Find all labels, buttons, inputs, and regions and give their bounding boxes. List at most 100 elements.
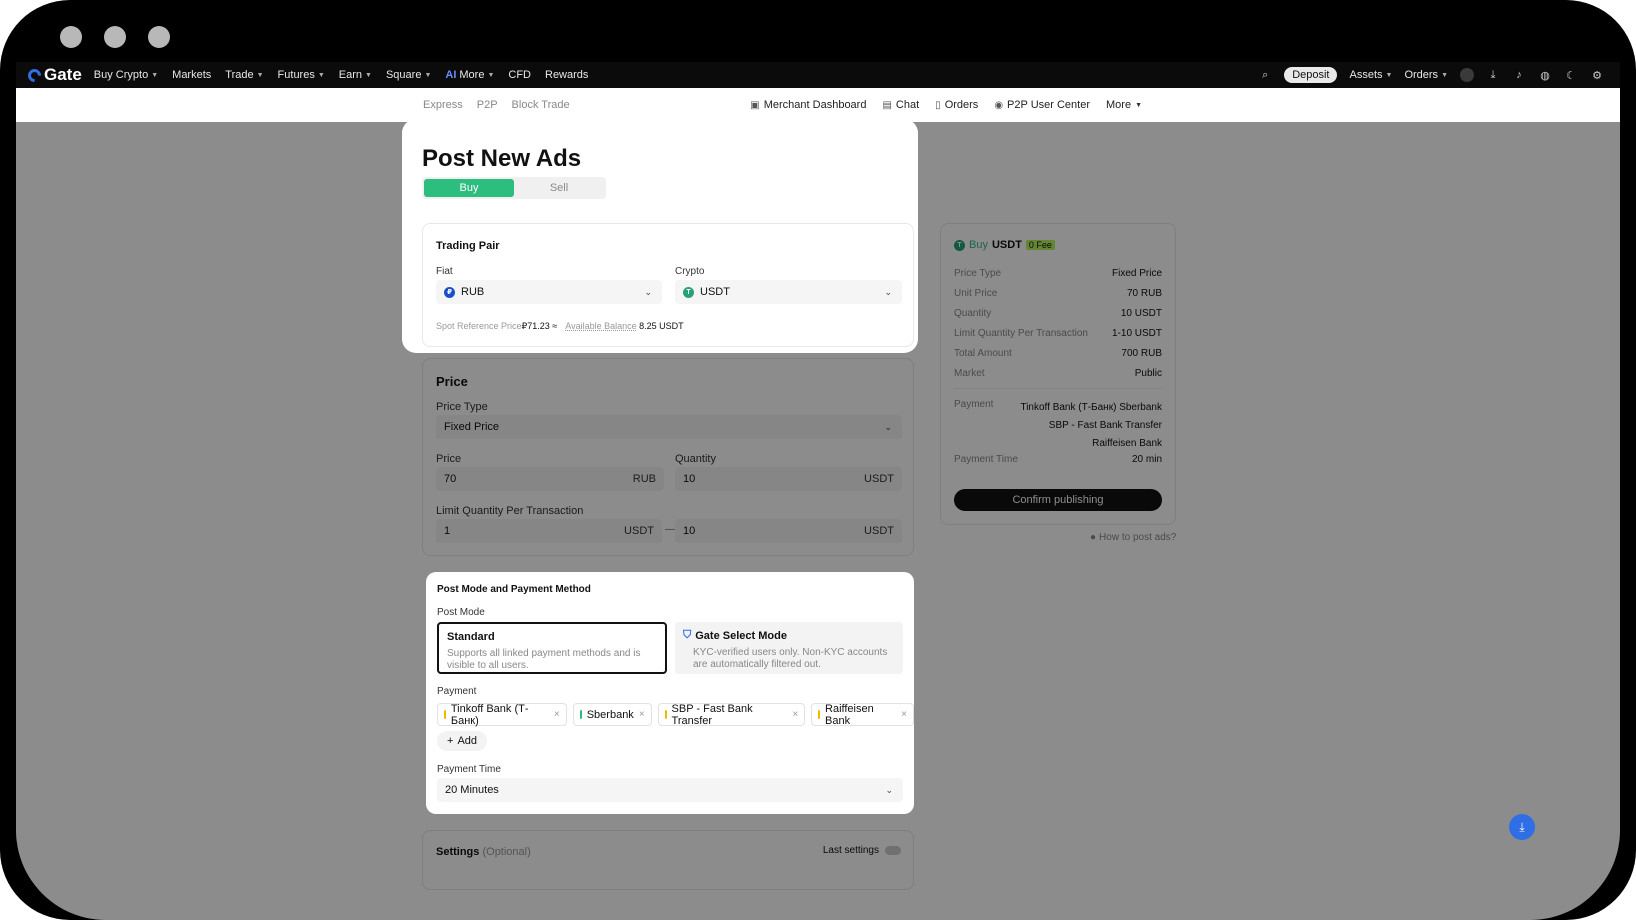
download-app-button[interactable]: ⤓ xyxy=(1509,814,1535,840)
close-icon[interactable]: × xyxy=(792,709,798,720)
nav-label: Buy Crypto xyxy=(93,69,149,81)
top-navigation: Gate Buy Crypto ▼ Markets Trade ▼ Futures ▼… xyxy=(16,62,1620,88)
spot-reference: Spot Reference Price₽71.23 ≈ xyxy=(436,321,557,332)
window-maximize-button[interactable] xyxy=(148,26,170,48)
document-icon: ▯ xyxy=(935,99,941,111)
close-icon[interactable]: × xyxy=(639,709,645,720)
nav-label: More xyxy=(459,69,485,81)
gate-logo-icon xyxy=(25,65,44,85)
nav-label: Rewards xyxy=(545,69,589,81)
close-icon[interactable]: × xyxy=(901,709,907,720)
chip-label: SBP - Fast Bank Transfer xyxy=(671,702,753,727)
nav-label: Earn xyxy=(338,69,363,81)
subnav-block-trade[interactable]: Block Trade xyxy=(512,99,570,111)
download-icon: ⤓ xyxy=(1519,819,1525,834)
bell-icon[interactable]: ♪ xyxy=(1512,68,1526,82)
standard-mode-option[interactable]: Standard Supports all linked payment met… xyxy=(437,622,667,674)
avatar[interactable] xyxy=(1460,68,1474,82)
payment-chip[interactable]: Sberbank × xyxy=(572,703,652,726)
mode-description: KYC-verified users only. Non-KYC account… xyxy=(693,647,888,670)
subnav-p2p[interactable]: P2P xyxy=(477,99,498,111)
link-label: Chat xyxy=(895,99,920,111)
payment-chip[interactable]: Raiffeisen Bank × xyxy=(811,703,914,727)
bank-marker xyxy=(818,710,821,719)
nav-label: Square xyxy=(385,69,422,81)
window-controls xyxy=(60,26,170,48)
trading-pair-section: Trading Pair Fiat ₽ RUB ⌄ Crypto T USDT … xyxy=(422,223,914,347)
payment-chip[interactable]: SBP - Fast Bank Transfer × xyxy=(657,702,806,727)
crypto-label: Crypto xyxy=(675,266,705,277)
merchant-dashboard-link[interactable]: ▣ Merchant Dashboard xyxy=(750,99,866,111)
add-payment-button[interactable]: + Add xyxy=(437,731,488,751)
reference-info: Spot Reference Price₽71.23 ≈ Available B… xyxy=(436,321,684,332)
side-tabs: Buy Sell xyxy=(422,177,606,199)
nav-orders[interactable]: Orders ▼ xyxy=(1404,69,1448,81)
window-minimize-button[interactable] xyxy=(104,26,126,48)
chat-link[interactable]: ▤ Chat xyxy=(882,99,919,111)
nav-label: Orders xyxy=(1404,69,1439,81)
chip-label: Tinkoff Bank (Т-Банк) xyxy=(450,702,529,727)
user-icon: ◉ xyxy=(994,99,1004,111)
chevron-down-icon: ⌄ xyxy=(884,286,892,297)
payment-time-select[interactable]: 20 Minutes ⌄ xyxy=(437,778,903,802)
chevron-down-icon: ▼ xyxy=(365,71,372,79)
nav-buy-crypto[interactable]: Buy Crypto ▼ xyxy=(94,69,158,81)
nav-assets[interactable]: Assets ▼ xyxy=(1349,69,1392,81)
chevron-down-icon: ▼ xyxy=(317,71,325,79)
payment-chip[interactable]: Tinkoff Bank (Т-Банк) × xyxy=(437,702,567,727)
gate-select-mode-option[interactable]: ⛉ Gate Select Mode KYC-verified users onl… xyxy=(675,622,903,674)
nav-cfd[interactable]: CFD xyxy=(508,69,531,81)
globe-icon[interactable]: ◍ xyxy=(1538,68,1552,82)
select-value: USDT xyxy=(700,286,730,298)
link-label: Orders xyxy=(944,99,979,111)
nav-futures[interactable]: Futures ▼ xyxy=(278,69,325,81)
balance-value: 8.25 USDT xyxy=(639,321,684,331)
crypto-select[interactable]: T USDT ⌄ xyxy=(675,280,902,304)
subnav-left: Express P2P Block Trade xyxy=(423,99,570,111)
subnav-express[interactable]: Express xyxy=(423,99,463,111)
device-frame: Gate Buy Crypto ▼ Markets Trade ▼ Futures ▼… xyxy=(0,0,1636,920)
orders-link[interactable]: ▯ Orders xyxy=(935,99,978,111)
nav-trade[interactable]: Trade ▼ xyxy=(225,69,263,81)
payment-time-label: Payment Time xyxy=(437,764,501,775)
gate-logo[interactable]: Gate xyxy=(25,65,82,85)
moon-icon[interactable]: ☾ xyxy=(1564,68,1578,82)
browser-screen: Gate Buy Crypto ▼ Markets Trade ▼ Futures ▼… xyxy=(16,62,1620,920)
subnav-more[interactable]: More ▼ xyxy=(1106,99,1142,111)
logo-text: Gate xyxy=(44,65,82,84)
nav-markets[interactable]: Markets xyxy=(172,69,211,81)
download-icon[interactable]: ⤓ xyxy=(1486,68,1500,82)
deposit-button[interactable]: Deposit xyxy=(1284,67,1338,83)
bank-marker xyxy=(664,710,667,719)
nav-earn[interactable]: Earn ▼ xyxy=(339,69,372,81)
nav-label: Assets xyxy=(1349,69,1383,81)
page-title: Post New Ads xyxy=(422,145,582,172)
nav-rewards[interactable]: Rewards xyxy=(545,69,588,81)
tab-sell[interactable]: Sell xyxy=(514,179,604,197)
nav-label: Trade xyxy=(225,69,254,81)
user-center-link[interactable]: ◉ P2P User Center xyxy=(994,99,1090,111)
post-mode-section: Post Mode and Payment Method Post Mode S… xyxy=(426,572,914,814)
window-close-button[interactable] xyxy=(60,26,82,48)
chevron-down-icon: ⌄ xyxy=(644,286,652,297)
post-ads-modal: Post New Ads Buy Sell Trading Pair Fiat … xyxy=(402,119,918,353)
nav-square[interactable]: Square ▼ xyxy=(386,69,431,81)
chevron-down-icon: ▼ xyxy=(424,71,432,79)
shield-icon: ⛉ xyxy=(683,629,692,641)
link-label: P2P User Center xyxy=(1007,99,1090,111)
search-icon[interactable]: ⌕ xyxy=(1258,68,1272,82)
gear-icon[interactable]: ⚙ xyxy=(1590,68,1604,82)
close-icon[interactable]: × xyxy=(554,709,560,720)
button-label: Add xyxy=(457,735,478,747)
chevron-down-icon: ▼ xyxy=(1441,71,1448,79)
chevron-down-icon: ▼ xyxy=(151,71,159,79)
balance-label: Available Balance xyxy=(565,321,637,331)
tab-buy[interactable]: Buy xyxy=(424,179,514,197)
fiat-select[interactable]: ₽ RUB ⌄ xyxy=(436,280,662,304)
nav-more[interactable]: AI More ▼ xyxy=(445,69,494,81)
nav-label: Markets xyxy=(172,69,212,81)
spot-ref-value: ₽71.23 ≈ xyxy=(521,321,558,331)
chat-icon: ▤ xyxy=(882,99,892,111)
nav-right-actions: ⌕ Deposit Assets ▼ Orders ▼ ⤓ ♪ ◍ ☾ ⚙ xyxy=(1258,62,1604,88)
chevron-down-icon: ▼ xyxy=(487,71,495,79)
